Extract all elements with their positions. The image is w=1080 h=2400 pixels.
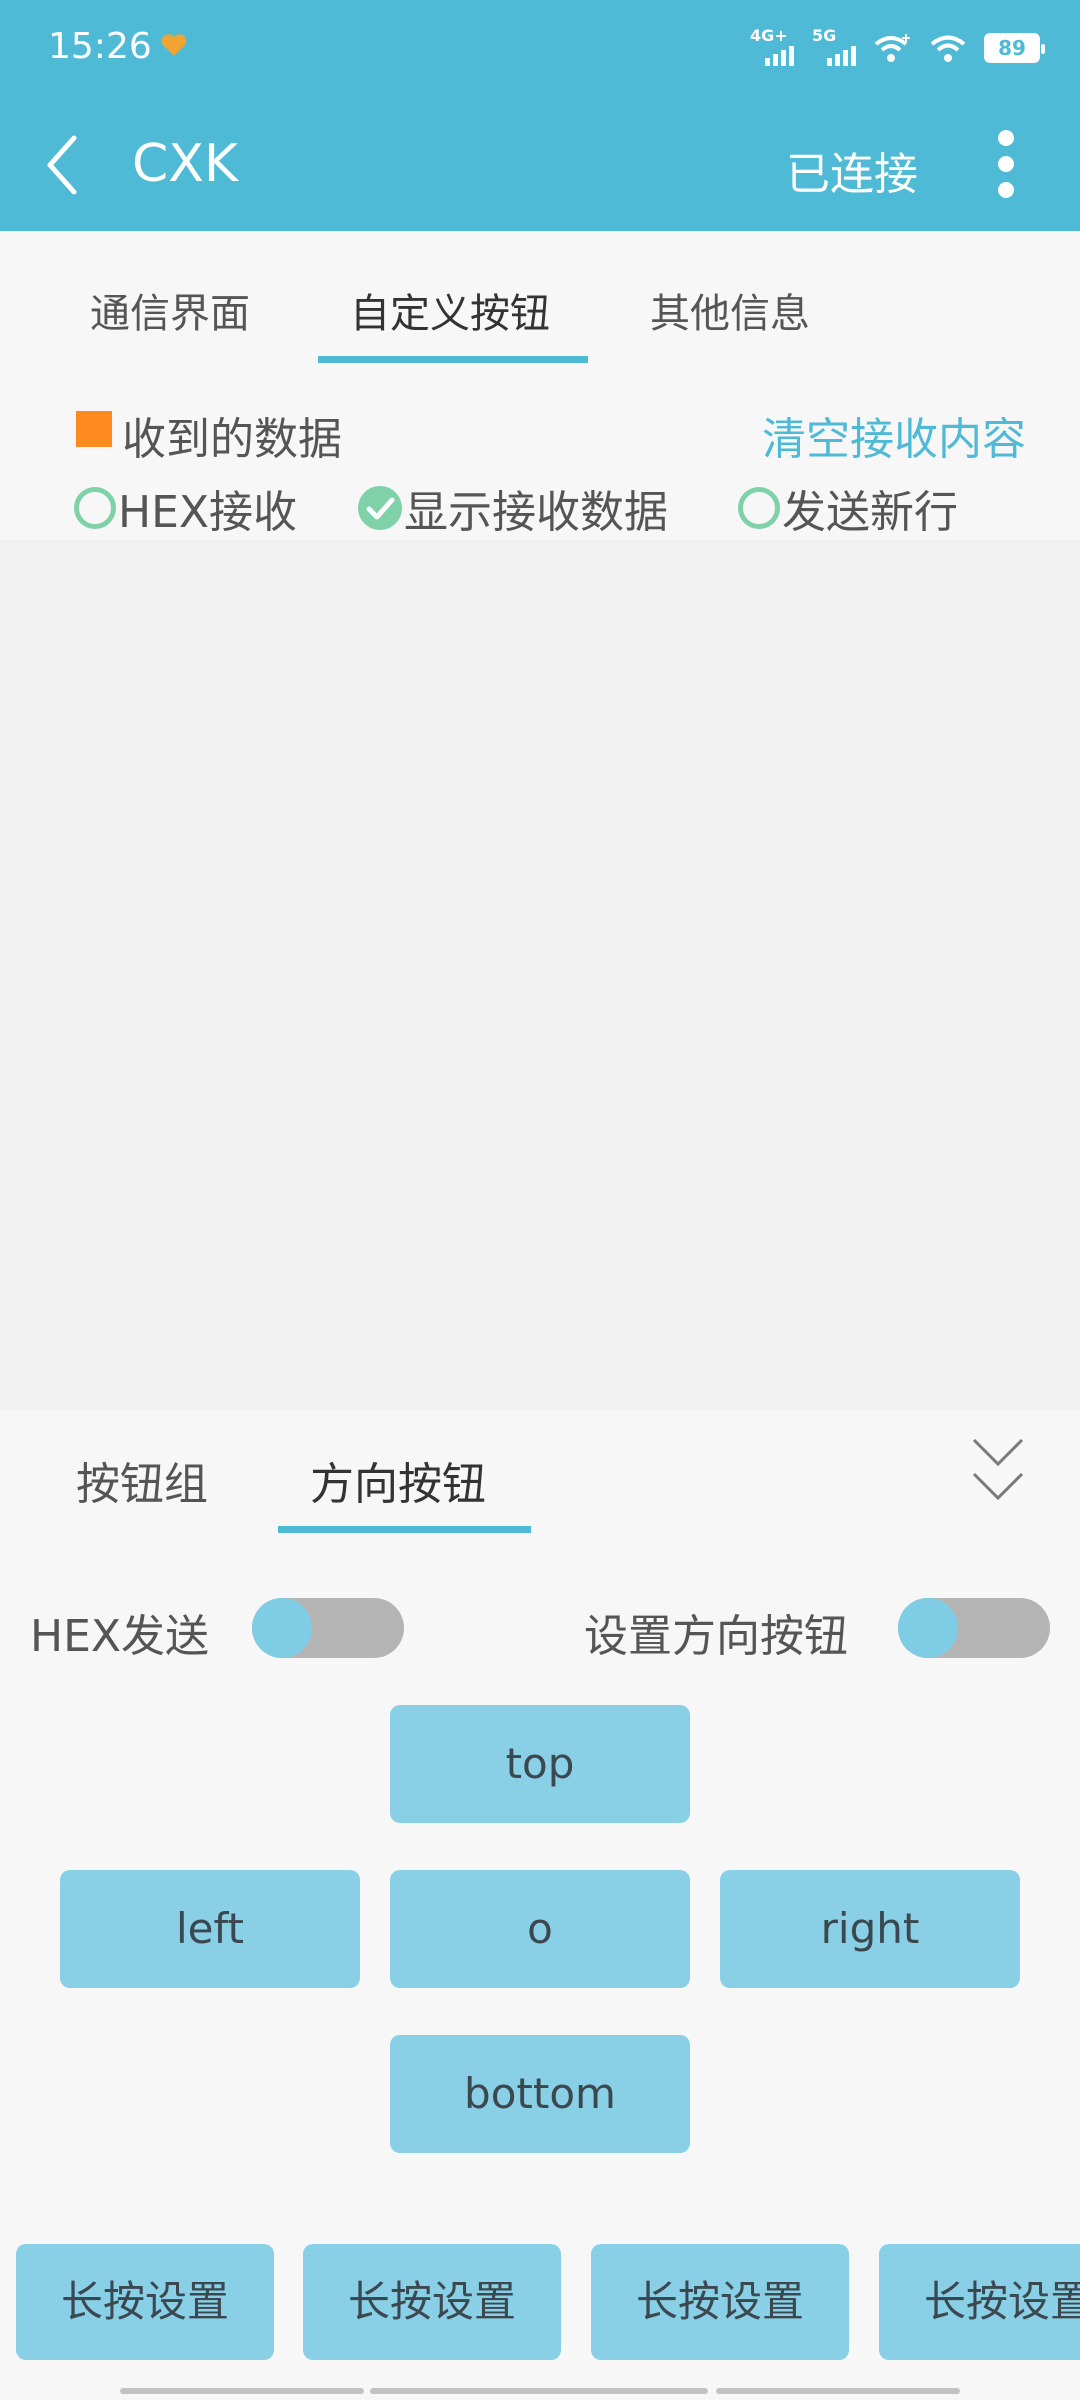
radio-unchecked-icon [74,487,116,529]
back-arrow-icon[interactable] [40,130,84,200]
scroll-indicator [716,2388,960,2394]
receive-data-area[interactable] [0,540,1080,1410]
long-press-button-1[interactable]: 长按设置 [16,2244,274,2360]
show-received-label: 显示接收数据 [404,487,668,538]
clear-receive-button[interactable]: 清空接收内容 [762,403,1026,467]
set-direction-label: 设置方向按钮 [584,1611,848,1662]
send-newline-label: 发送新行 [782,487,958,538]
direction-left-button[interactable]: left [60,1870,360,1988]
direction-center-button[interactable]: o [390,1870,690,1988]
tab-indicator [318,356,588,363]
more-menu-icon[interactable] [990,130,1022,200]
app-header: 15:26 4G+ 5G 89 CXK 已连接 [0,0,1080,231]
signal-5g-icon: 5G [812,26,856,66]
long-press-button-2[interactable]: 长按设置 [303,2244,561,2360]
receive-label: 收到的数据 [122,414,342,465]
set-direction-toggle[interactable] [898,1598,1050,1658]
top-tabs: 通信界面 自定义按钮 其他信息 [0,231,1080,367]
tab-button-group[interactable]: 按钮组 [76,1448,208,1512]
wifi-icon [930,35,966,62]
panel-tab-indicator [278,1526,531,1533]
scroll-indicator [120,2388,364,2394]
tab-direction-buttons[interactable]: 方向按钮 [310,1448,486,1512]
direction-bottom-button[interactable]: bottom [390,2035,690,2153]
receive-marker-icon [76,411,112,447]
battery-icon: 89 [984,33,1045,63]
connection-status[interactable]: 已连接 [786,138,918,202]
hex-send-toggle[interactable] [252,1598,404,1658]
heart-icon [161,34,187,56]
device-title: CXK [132,134,239,194]
signal-4g-icon: 4G+ [750,26,794,66]
receive-options: HEX接收 显示接收数据 发送新行 [0,478,1080,540]
scroll-indicator [370,2388,708,2394]
hex-send-label: HEX发送 [30,1611,210,1662]
long-press-button-4[interactable]: 长按设置 [879,2244,1080,2360]
direction-right-button[interactable]: right [720,1870,1020,1988]
status-bar: 15:26 4G+ 5G 89 [0,0,1080,100]
show-received-option[interactable]: 显示接收数据 [358,478,668,538]
send-newline-option[interactable]: 发送新行 [738,478,958,538]
tab-custom-buttons[interactable]: 自定义按钮 [350,281,550,339]
toggle-knob [898,1598,958,1658]
toggle-knob [252,1598,312,1658]
status-time: 15:26 [48,26,152,67]
hex-receive-label: HEX接收 [118,487,298,538]
receive-header: 收到的数据 清空接收内容 [0,395,1080,465]
collapse-chevron-icon[interactable] [970,1434,1026,1510]
wifi-plus-icon [874,34,910,62]
tab-communication[interactable]: 通信界面 [90,281,250,339]
status-icons: 4G+ 5G 89 [750,26,1045,66]
tab-other-info[interactable]: 其他信息 [650,281,810,339]
hex-receive-option[interactable]: HEX接收 [74,478,297,538]
check-circle-icon [358,486,402,530]
long-press-button-3[interactable]: 长按设置 [591,2244,849,2360]
direction-top-button[interactable]: top [390,1705,690,1823]
radio-unchecked-icon [738,487,780,529]
